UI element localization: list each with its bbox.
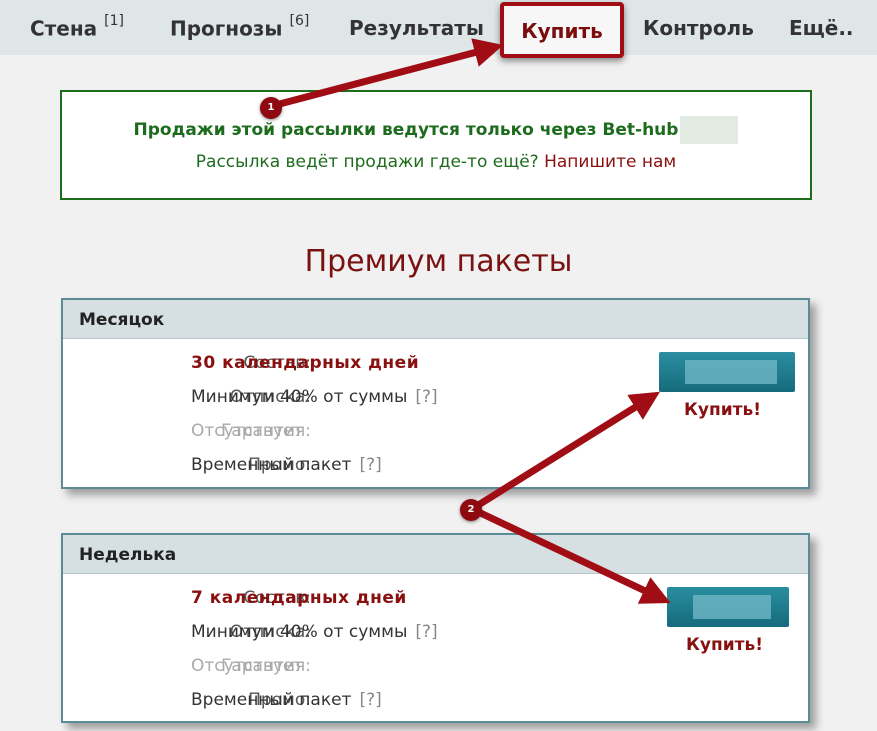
package-row-guarantee: Гарантия: Отсутствует [63,417,877,445]
buy-link[interactable]: Купить! [686,635,763,655]
row-value-text: Минимум 40% от суммы [191,622,408,642]
help-link[interactable]: [?] [415,387,437,407]
nav-tab-more[interactable]: Ещё.. [789,16,854,40]
nav-tab-wall-label: Стена [30,16,98,41]
nav-tab-results[interactable]: Результаты [349,16,484,40]
package-title: Неделька [63,535,808,574]
help-link[interactable]: [?] [359,690,381,710]
row-value: Временный пакет [?] [191,686,382,714]
nav-tab-buy-label: Купить [521,19,603,43]
price-button[interactable] [667,587,789,627]
row-value-text: Временный пакет [191,690,352,710]
help-link[interactable]: [?] [359,455,381,475]
nav-tab-control[interactable]: Контроль [643,16,754,40]
row-value: 30 календарных дней [191,353,420,373]
nav-tab-wall[interactable]: Стена [1] [30,13,124,41]
row-value: Отсутствует [191,421,304,441]
notice-question: Рассылка ведёт продажи где-то ещё? [195,152,539,172]
buy-link[interactable]: Купить! [684,400,761,420]
row-value: Временный пакет [?] [191,451,382,479]
nav-tab-predictions-badge: [6] [289,13,310,29]
help-link[interactable]: [?] [415,622,437,642]
nav-tab-wall-badge: [1] [104,13,124,29]
row-value: Отсутствует [191,656,304,676]
row-value-text: Временный пакет [191,455,352,475]
notice-text: Продажи этой рассылки ведутся только чер… [133,120,679,140]
nav-tab-more-label: Ещё.. [789,16,854,40]
notice-line-1: Продажи этой рассылки ведутся только чер… [62,116,810,144]
row-value: 7 календарных дней [191,588,407,608]
package-row-promo: Промо: Временный пакет [?] [63,451,877,479]
nav-tab-buy[interactable]: Купить [500,2,624,58]
row-value-text: Минимум 40% от суммы [191,387,408,407]
redacted-block [680,116,739,144]
sales-notice: Продажи этой рассылки ведутся только чер… [60,90,812,200]
package-title: Месяцок [63,300,808,339]
redacted-price [693,595,771,619]
notice-line-2: Рассылка ведёт продажи где-то ещё? Напиш… [62,152,810,172]
nav-tab-predictions-label: Прогнозы [170,16,283,41]
row-value: Минимум 40% от суммы [?] [191,383,438,411]
row-value: Минимум 40% от суммы [?] [191,618,438,646]
nav-tab-predictions[interactable]: Прогнозы [6] [170,13,310,41]
package-row-guarantee: Гарантия: Отсутствует [63,652,877,680]
redacted-price [685,360,777,384]
top-nav: Стена [1] Прогнозы [6] Результаты Контро… [0,0,877,55]
nav-tab-results-label: Результаты [349,16,484,40]
package-card-month: Месяцок Состав: 30 календарных дней Отпи… [61,298,810,489]
page-title: Премиум пакеты [304,244,573,279]
package-row-promo: Промо: Временный пакет [?] [63,686,877,714]
package-card-week: Неделька Состав: 7 календарных дней Отпи… [61,533,810,723]
annotation-marker-1: 1 [260,97,282,119]
contact-us-link[interactable]: Напишите нам [544,152,676,172]
nav-tab-control-label: Контроль [643,16,754,40]
price-button[interactable] [659,352,795,392]
annotation-marker-2: 2 [460,499,482,521]
